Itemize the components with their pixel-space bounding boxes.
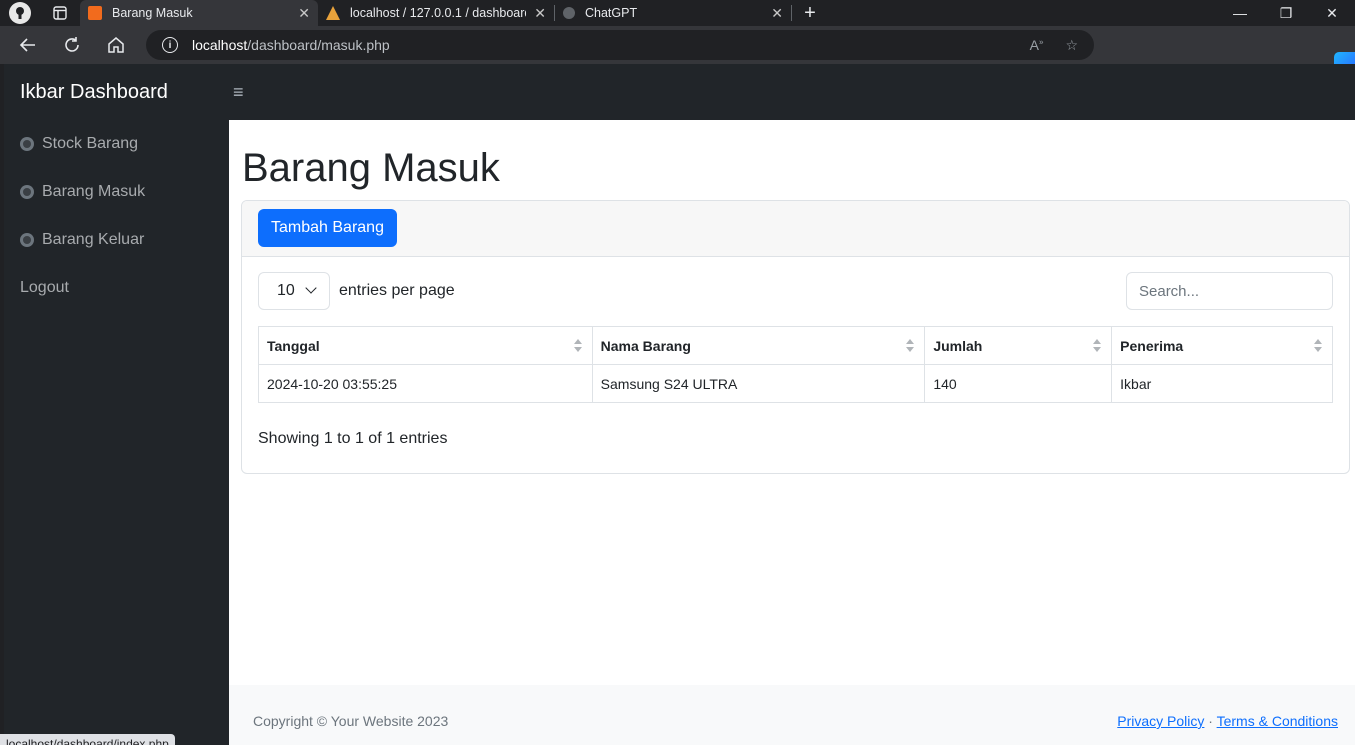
tab-actions-icon bbox=[53, 6, 67, 20]
url-text: localhost/dashboard/masuk.php bbox=[192, 37, 390, 53]
site-info-icon[interactable]: i bbox=[162, 37, 178, 53]
sidebar-item-label: Stock Barang bbox=[42, 135, 139, 152]
profile-avatar-icon bbox=[9, 2, 31, 24]
search-input[interactable] bbox=[1126, 272, 1333, 310]
tab-close-icon[interactable]: ✕ bbox=[298, 5, 310, 22]
copyright-text: Copyright © Your Website 2023 bbox=[253, 713, 449, 729]
entries-per-page-select[interactable]: 10 bbox=[258, 272, 330, 310]
back-icon[interactable] bbox=[6, 26, 50, 64]
barang-masuk-table: Tanggal Nama Barang Jumlah Penerima 2024… bbox=[258, 326, 1333, 403]
tab-label: ChatGPT bbox=[585, 6, 638, 20]
sort-icon bbox=[906, 339, 915, 353]
new-tab-button[interactable]: + bbox=[792, 2, 828, 25]
tambah-barang-button[interactable]: Tambah Barang bbox=[258, 209, 397, 247]
sidebar-item-barang-masuk[interactable]: Barang Masuk bbox=[4, 168, 229, 216]
read-aloud-icon[interactable]: A» bbox=[1030, 37, 1044, 53]
table-row: 2024-10-20 03:55:25 Samsung S24 ULTRA 14… bbox=[258, 364, 1333, 403]
sidebar-toggle-hamburger-icon[interactable]: ≡ bbox=[233, 82, 244, 103]
address-bar[interactable]: i localhost/dashboard/masuk.php A» ☆ bbox=[146, 30, 1094, 60]
sort-icon bbox=[1093, 339, 1102, 353]
cell-nama-barang: Samsung S24 ULTRA bbox=[591, 364, 926, 403]
cell-tanggal: 2024-10-20 03:55:25 bbox=[258, 364, 593, 403]
tab-label: Barang Masuk bbox=[112, 6, 193, 20]
footer: Copyright © Your Website 2023 Privacy Po… bbox=[229, 685, 1355, 745]
chatgpt-favicon-icon bbox=[563, 7, 575, 19]
tachometer-icon bbox=[20, 233, 34, 247]
sidebar-item-label: Logout bbox=[20, 279, 69, 296]
workspaces-button[interactable] bbox=[40, 0, 80, 26]
page-title: Barang Masuk bbox=[242, 146, 500, 190]
tab-close-icon[interactable]: ✕ bbox=[534, 5, 546, 22]
main-content: Barang Masuk Tambah Barang 10 entries pe… bbox=[229, 120, 1355, 685]
entries-per-page-label: entries per page bbox=[339, 282, 455, 299]
favorite-star-icon[interactable]: ☆ bbox=[1065, 37, 1078, 54]
chevron-down-icon bbox=[305, 282, 317, 294]
column-header-nama-barang[interactable]: Nama Barang bbox=[591, 326, 926, 365]
sort-icon bbox=[573, 339, 582, 353]
column-header-jumlah[interactable]: Jumlah bbox=[924, 326, 1113, 365]
entries-select-value: 10 bbox=[277, 282, 295, 299]
top-navbar: Ikbar Dashboard ≡ bbox=[4, 64, 1355, 120]
home-icon[interactable] bbox=[94, 26, 138, 64]
profile-button[interactable] bbox=[0, 0, 40, 26]
footer-links: Privacy Policy · Terms & Conditions bbox=[1117, 713, 1338, 729]
status-bar-url: localhost/dashboard/index.php bbox=[0, 734, 175, 745]
sidebar-item-label: Barang Keluar bbox=[42, 231, 145, 248]
browser-tab-strip: Barang Masuk ✕ localhost / 127.0.0.1 / d… bbox=[0, 0, 1355, 26]
data-card: Tambah Barang 10 entries per page Tangga… bbox=[241, 200, 1350, 474]
table-header-row: Tanggal Nama Barang Jumlah Penerima bbox=[258, 326, 1333, 365]
cell-jumlah: 140 bbox=[924, 364, 1113, 403]
sidebar-item-logout[interactable]: Logout bbox=[4, 264, 229, 312]
tachometer-icon bbox=[20, 185, 34, 199]
browser-toolbar: i localhost/dashboard/masuk.php A» ☆ ⧉ ◫… bbox=[0, 26, 1355, 90]
phpmyadmin-favicon-icon bbox=[326, 6, 340, 20]
refresh-icon[interactable] bbox=[50, 26, 94, 64]
datatable-info: Showing 1 to 1 of 1 entries bbox=[258, 430, 448, 447]
restore-icon[interactable]: ❐ bbox=[1263, 0, 1309, 26]
close-window-icon[interactable]: ✕ bbox=[1309, 0, 1355, 26]
minimize-icon[interactable]: — bbox=[1217, 0, 1263, 26]
sidebar-item-barang-keluar[interactable]: Barang Keluar bbox=[4, 216, 229, 264]
sort-icon bbox=[1314, 339, 1322, 353]
xampp-favicon-icon bbox=[88, 6, 102, 20]
privacy-policy-link[interactable]: Privacy Policy bbox=[1117, 713, 1204, 729]
terms-link[interactable]: Terms & Conditions bbox=[1217, 713, 1338, 729]
tachometer-icon bbox=[20, 137, 34, 151]
navbar-brand[interactable]: Ikbar Dashboard bbox=[4, 81, 229, 104]
tab-barang-masuk[interactable]: Barang Masuk ✕ bbox=[80, 0, 318, 26]
sidebar: Stock Barang Barang Masuk Barang Keluar … bbox=[4, 120, 229, 745]
tab-phpmyadmin[interactable]: localhost / 127.0.0.1 / dashboard ... ✕ bbox=[318, 0, 554, 26]
column-header-penerima[interactable]: Penerima bbox=[1111, 326, 1333, 365]
footer-separator: · bbox=[1208, 713, 1213, 729]
column-header-tanggal[interactable]: Tanggal bbox=[258, 326, 593, 365]
tab-chatgpt[interactable]: ChatGPT ✕ bbox=[555, 0, 791, 26]
sidebar-item-label: Barang Masuk bbox=[42, 183, 146, 200]
cell-penerima: Ikbar bbox=[1111, 364, 1333, 403]
sidebar-item-stock-barang[interactable]: Stock Barang bbox=[4, 120, 229, 168]
tab-close-icon[interactable]: ✕ bbox=[771, 5, 783, 22]
window-controls: — ❐ ✕ bbox=[1217, 0, 1355, 26]
datatable-controls: 10 entries per page bbox=[258, 272, 1333, 310]
tab-label: localhost / 127.0.0.1 / dashboard ... bbox=[350, 6, 527, 20]
card-header: Tambah Barang bbox=[242, 201, 1349, 257]
